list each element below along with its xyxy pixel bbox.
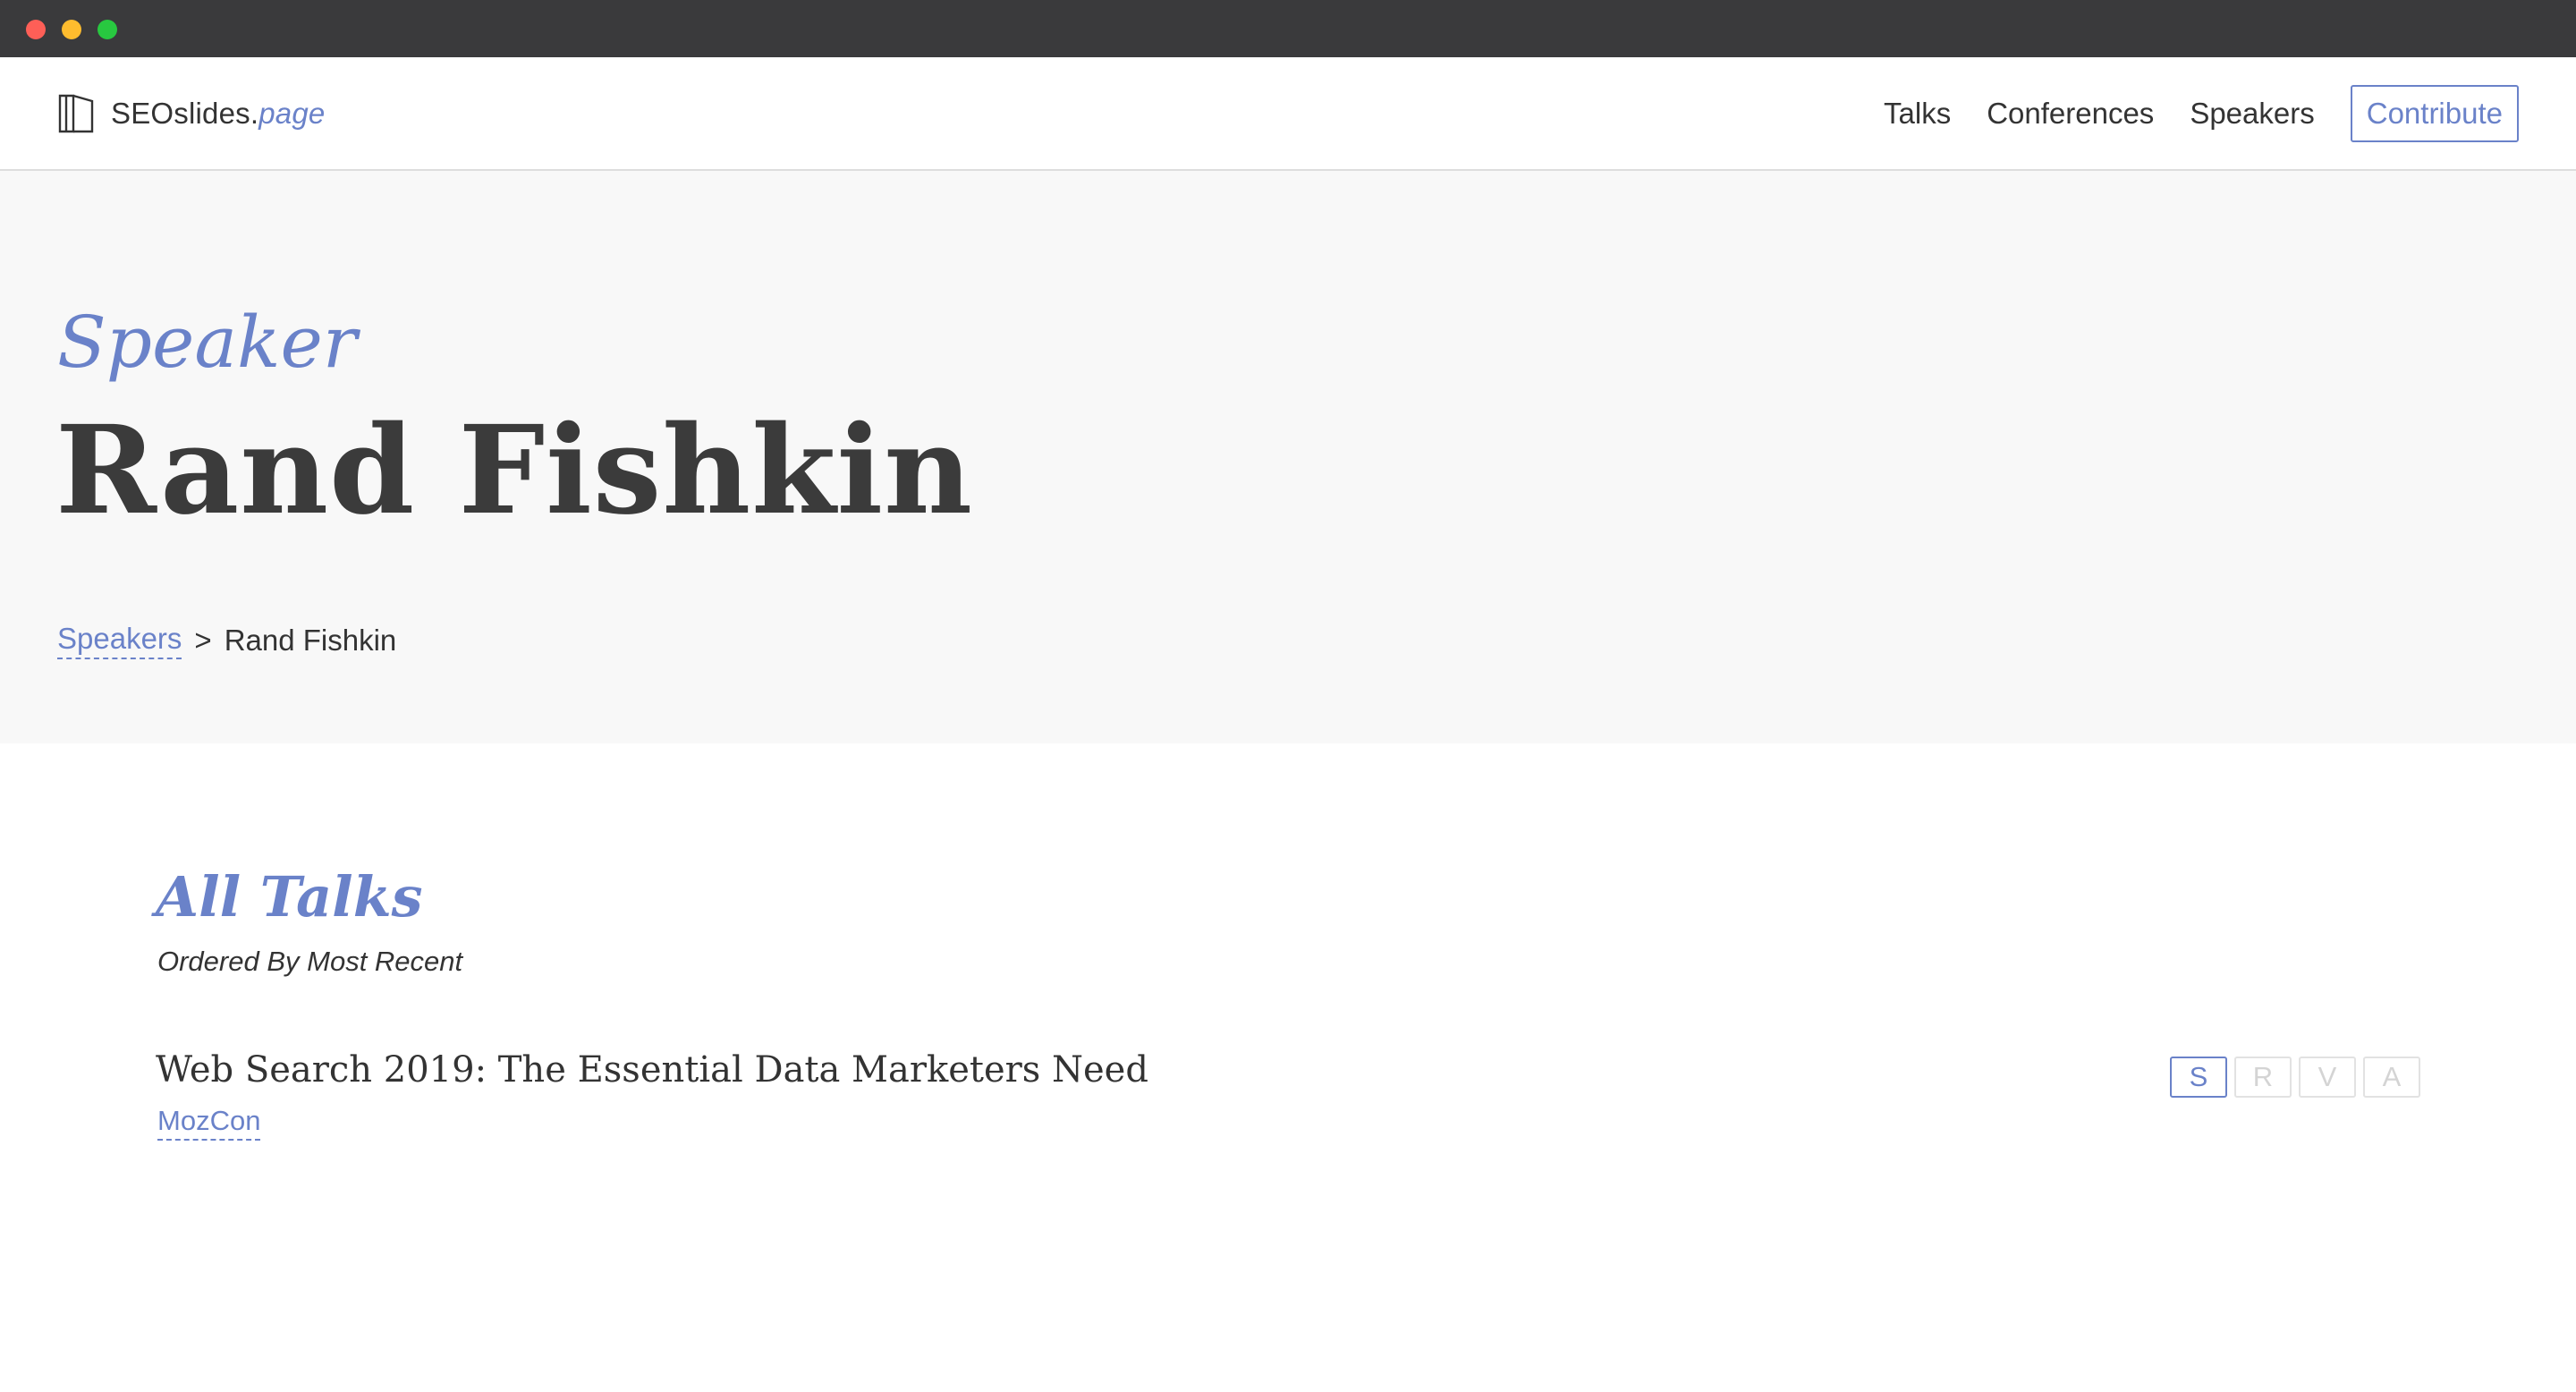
talk-item: Web Search 2019: The Essential Data Mark…: [156, 1049, 2420, 1148]
breadcrumb-current: Rand Fishkin: [224, 624, 397, 657]
book-icon: [58, 94, 94, 132]
audio-badge: A: [2363, 1057, 2420, 1098]
video-badge: V: [2299, 1057, 2356, 1098]
talk-title[interactable]: Web Search 2019: The Essential Data Mark…: [156, 1049, 1148, 1091]
nav-speakers[interactable]: Speakers: [2190, 97, 2314, 131]
section-title: All Talks: [156, 864, 423, 929]
page-kicker: Speaker: [57, 301, 358, 384]
site-navbar: SEOslides.page Talks Conferences Speaker…: [0, 57, 2576, 171]
talks-section: All Talks Ordered By Most Recent Web Sea…: [0, 743, 2576, 1280]
zoom-window-button[interactable]: [97, 20, 117, 39]
speaker-hero: Speaker Rand Fishkin Speakers > Rand Fis…: [0, 171, 2576, 743]
section-subtitle: Ordered By Most Recent: [157, 946, 463, 977]
recap-badge: R: [2234, 1057, 2292, 1098]
brand-name: SEOslides.page: [111, 96, 326, 130]
window-titlebar: [0, 0, 2576, 57]
browser-window: SEOslides.page Talks Conferences Speaker…: [0, 0, 2576, 1392]
page-title: Rand Fishkin: [55, 399, 974, 542]
breadcrumb: Speakers > Rand Fishkin: [57, 622, 396, 659]
brand-logo-link[interactable]: SEOslides.page: [57, 92, 325, 135]
breadcrumb-separator: >: [194, 624, 212, 657]
breadcrumb-speakers-link[interactable]: Speakers: [57, 622, 182, 659]
close-window-button[interactable]: [26, 20, 46, 39]
minimize-window-button[interactable]: [62, 20, 81, 39]
brand-suffix: page: [258, 96, 326, 130]
nav-talks[interactable]: Talks: [1884, 97, 1951, 131]
contribute-button[interactable]: Contribute: [2350, 84, 2519, 142]
talk-conference-link[interactable]: MozCon: [157, 1105, 261, 1141]
main-nav: Talks Conferences Speakers Contribute: [1848, 84, 2519, 142]
nav-conferences[interactable]: Conferences: [1987, 97, 2154, 131]
talk-resource-badges: S R V A: [2170, 1057, 2420, 1098]
slides-badge[interactable]: S: [2170, 1057, 2227, 1098]
